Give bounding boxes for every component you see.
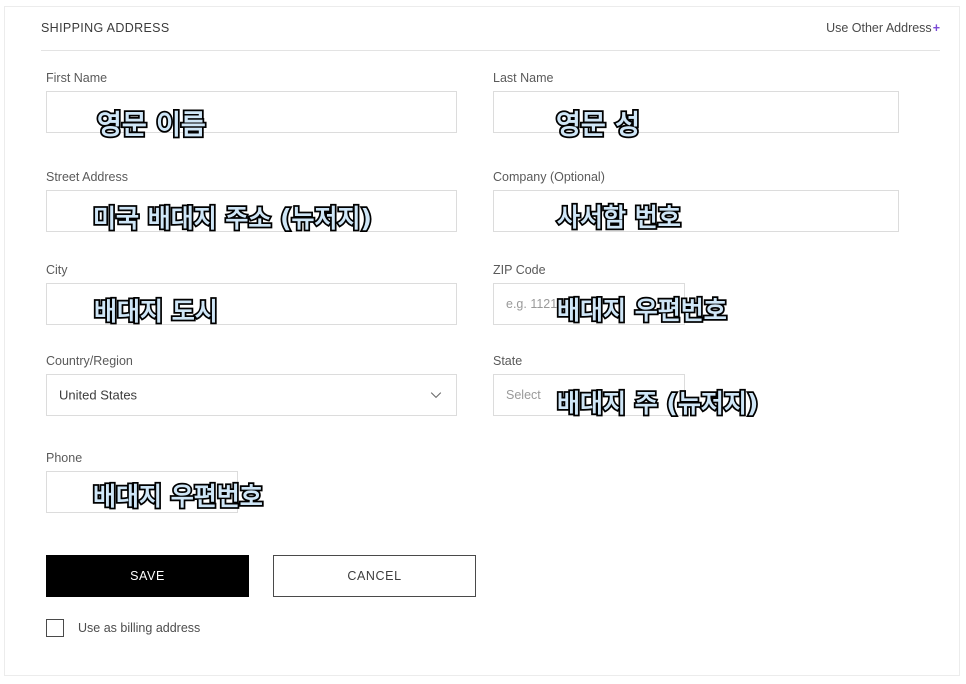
state-placeholder: Select [506,388,541,402]
shipping-address-form: First Name Last Name Street Address Comp… [5,7,961,677]
field-company: Company (Optional) [493,170,899,232]
field-zip-code: ZIP Code e.g. 11215 [493,263,685,325]
label-last-name: Last Name [493,71,554,85]
label-company: Company (Optional) [493,170,605,184]
chevron-down-icon [430,389,442,401]
first-name-input[interactable] [46,91,457,133]
label-city: City [46,263,68,277]
save-button[interactable]: SAVE [46,555,249,597]
last-name-input[interactable] [493,91,899,133]
state-select[interactable]: Select [493,374,685,416]
field-city: City [46,263,457,325]
label-country-region: Country/Region [46,354,133,368]
use-as-billing-address-label: Use as billing address [78,621,201,635]
company-input[interactable] [493,190,899,232]
label-zip-code: ZIP Code [493,263,546,277]
label-first-name: First Name [46,71,108,85]
use-as-billing-address-checkbox[interactable] [46,619,64,637]
field-country-region: Country/Region United States [46,354,457,416]
zip-code-input[interactable]: e.g. 11215 [493,283,685,325]
country-region-select[interactable]: United States [46,374,457,416]
use-as-billing-address-row[interactable]: Use as billing address [46,619,200,637]
phone-input[interactable] [46,471,238,513]
zip-code-placeholder: e.g. 11215 [506,297,565,311]
street-address-input[interactable] [46,190,457,232]
shipping-address-card: SHIPPING ADDRESS Use Other Address+ Firs… [4,6,960,676]
cancel-button[interactable]: CANCEL [273,555,476,597]
field-last-name: Last Name [493,71,899,133]
city-input[interactable] [46,283,457,325]
field-first-name: First Name [46,71,457,133]
field-phone: Phone [46,451,238,513]
label-phone: Phone [46,451,83,465]
field-street-address: Street Address [46,170,457,232]
field-state: State Select [493,354,685,416]
country-region-value: United States [59,387,138,403]
label-state: State [493,354,523,368]
label-street-address: Street Address [46,170,128,184]
